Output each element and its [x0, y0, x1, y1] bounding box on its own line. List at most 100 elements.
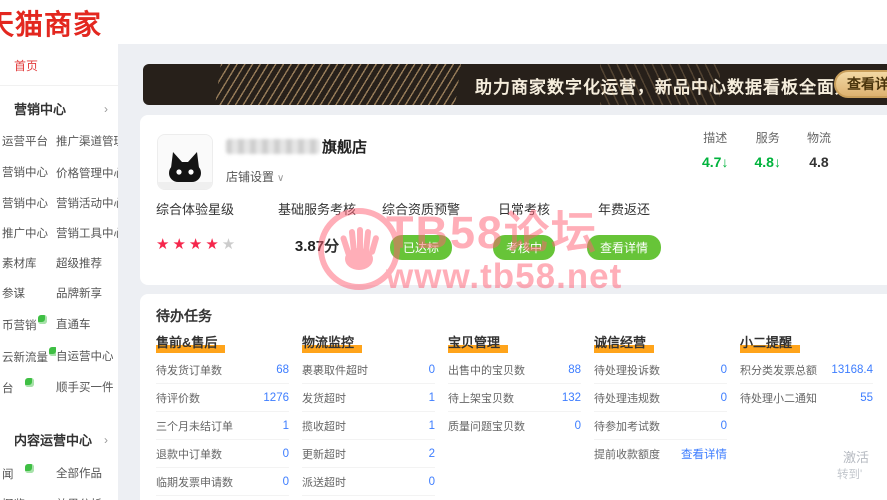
shop-name-suffix: 旗舰店	[322, 139, 368, 156]
todo-card: 待办任务 售前&售后 待发货订单数 68 待评价数 1276 三个月未结订单 1 退款…	[140, 294, 887, 500]
rating-logistics: 物流 4.8	[806, 131, 831, 170]
banner-text: 助力商家数字化运营，新品中心数据看板全面升级	[475, 78, 871, 97]
sidebar-section-title: 内容运营中心	[14, 433, 93, 449]
qualification-status-pill[interactable]: 已达标	[389, 235, 452, 260]
todo-count[interactable]: 1	[429, 420, 435, 432]
todo-count[interactable]: 1	[283, 420, 289, 432]
todo-row: 质量问题宝贝数 0	[448, 419, 581, 433]
sidebar-item[interactable]: 营销中心	[2, 195, 56, 211]
todo-count[interactable]: 1	[429, 392, 435, 404]
sidebar-item[interactable]: 参谋	[2, 285, 56, 301]
sidebar-row: 台 顺手买一件	[0, 371, 118, 403]
banner-detail-button[interactable]: 查看详情	[834, 70, 887, 98]
todo-count[interactable]: 2	[429, 448, 435, 460]
todo-row: 待处理小二通知 55	[740, 391, 873, 405]
todo-count[interactable]: 68	[276, 364, 289, 376]
shop-settings-dropdown[interactable]: 店铺设置 ∨	[226, 168, 284, 185]
sidebar-item[interactable]: 直通车	[56, 316, 118, 332]
sidebar-item[interactable]: 自运营中心	[56, 348, 118, 364]
todo-count[interactable]: 0	[721, 364, 727, 376]
sidebar-row: 运营平台 推广渠道管理	[0, 126, 118, 156]
rating-service: 服务 4.8↓	[754, 131, 781, 170]
todo-count[interactable]: 0	[429, 476, 435, 488]
new-badge-icon	[49, 346, 56, 356]
sidebar-item[interactable]: 概览	[2, 496, 56, 500]
todo-count[interactable]: 55	[860, 392, 873, 404]
sidebar-item[interactable]: 币营销	[2, 314, 56, 333]
todo-count[interactable]: 0	[575, 420, 581, 432]
metric-daily-check: 日常考核 考核中	[476, 199, 572, 260]
shop-name: 旗舰店	[226, 136, 367, 157]
sidebar-section-title: 营销中心	[14, 102, 67, 117]
todo-row: 改地址申请0	[156, 496, 289, 500]
sidebar-item[interactable]: 顺手买一件	[56, 379, 118, 395]
todo-row: 提前收款额度 查看详情	[594, 440, 727, 467]
todo-row: 待处理违规数 0	[594, 384, 727, 412]
sidebar-item[interactable]: 运营平台	[2, 133, 56, 149]
daily-check-status-pill[interactable]: 考核中	[492, 235, 555, 260]
activation-watermark: 激活 转到'	[837, 450, 870, 482]
sidebar-item[interactable]: 营销活动中心	[56, 195, 118, 211]
todo-row: 待发货订单数 68	[156, 356, 289, 384]
sidebar-row: 营销中心 价格管理中心	[0, 156, 118, 188]
sidebar-row: 素材库 超级推荐	[0, 248, 118, 278]
todo-row: 积分类发票总额 13168.4	[740, 356, 873, 384]
todo-count[interactable]: 0	[283, 448, 289, 460]
sidebar-row: 云新流量 自运营中心	[0, 340, 118, 372]
todo-count[interactable]: 13168.4	[831, 364, 873, 376]
arrow-down-icon: ↓	[773, 154, 781, 170]
empty-star-icon: ★	[221, 236, 236, 253]
sidebar-item[interactable]: 推广中心	[2, 225, 56, 241]
merchant-dashboard: 天猫商家 首页 营销中心 › 运营平台 推广渠道管理 营销中心 价格管理中心 营…	[0, 0, 887, 500]
todo-row: 派送超时 0	[302, 468, 435, 496]
sidebar-section-marketing[interactable]: 营销中心 ›	[0, 86, 118, 126]
todo-count[interactable]: 88	[568, 364, 581, 376]
sidebar-item[interactable]: 品牌新享	[56, 285, 118, 301]
sidebar-item[interactable]: 超级推荐	[56, 255, 118, 271]
todo-row: 三个月未结订单 1	[156, 412, 289, 440]
view-detail-link[interactable]: 查看详情	[681, 446, 727, 462]
todo-col-presale: 售前&售后 待发货订单数 68 待评价数 1276 三个月未结订单 1 退款中订单数 0…	[156, 332, 289, 500]
chevron-right-icon: ›	[104, 101, 108, 116]
sidebar-item[interactable]: 推广渠道管理	[56, 133, 118, 149]
sidebar-item[interactable]: 营销中心	[2, 164, 56, 180]
todo-row: 待评价数 1276	[156, 384, 289, 412]
sidebar-item[interactable]: 云新流量	[2, 346, 56, 365]
todo-row: 待参加考试数 0	[594, 412, 727, 440]
new-badge-icon	[24, 378, 34, 388]
metric-qualification: 综合资质预警 已达标	[366, 199, 476, 260]
sidebar-item-home[interactable]: 首页	[0, 44, 118, 86]
todo-count[interactable]: 0	[721, 420, 727, 432]
sidebar-item[interactable]: 素材库	[2, 255, 56, 271]
sidebar-item[interactable]: 营销工具中心	[56, 225, 118, 241]
todo-count[interactable]: 0	[721, 392, 727, 404]
shop-card: 旗舰店 店铺设置∨ 描述 4.7↓ 服务 4.8↓ 物流 4.8 综合体验星级	[140, 115, 887, 285]
rating-description: 描述 4.7↓	[702, 131, 729, 170]
todo-count[interactable]: 1276	[263, 392, 289, 404]
promo-banner[interactable]: 助力商家数字化运营，新品中心数据看板全面升级 查看详情	[143, 64, 887, 105]
todo-row: 待处理投诉数 0	[594, 356, 727, 384]
sidebar-item[interactable]: 闻	[2, 464, 56, 482]
chevron-down-icon: ∨	[277, 173, 285, 184]
todo-title: 待办任务	[156, 308, 212, 324]
todo-count[interactable]: 132	[562, 392, 581, 404]
sidebar-row: 营销中心 营销活动中心	[0, 188, 118, 218]
sidebar-section-content[interactable]: 内容运营中心 ›	[0, 417, 118, 457]
sidebar: 首页 营销中心 › 运营平台 推广渠道管理 营销中心 价格管理中心 营销中心 营…	[0, 44, 118, 500]
todo-row: 裹裹取件超时 0	[302, 356, 435, 384]
todo-row: 更新超时 2	[302, 440, 435, 468]
new-badge-icon	[24, 464, 34, 474]
todo-col-items: 宝贝管理 出售中的宝贝数 88 待上架宝贝数 132 质量问题宝贝数 0	[448, 332, 581, 500]
sidebar-row: 币营销 直通车	[0, 308, 118, 340]
todo-count[interactable]: 0	[283, 476, 289, 488]
base-service-score: 3.87分	[294, 238, 340, 255]
sidebar-item[interactable]: 效果分析	[56, 496, 118, 500]
annual-fee-detail-pill[interactable]: 查看详情	[586, 235, 661, 260]
todo-count[interactable]: 0	[429, 364, 435, 376]
sidebar-item[interactable]: 全部作品	[56, 465, 118, 481]
sidebar-divider	[0, 403, 118, 417]
todo-row: 待上架宝贝数 132	[448, 384, 581, 412]
sidebar-item[interactable]: 价格管理中心	[56, 163, 118, 181]
todo-row: 临期发票申请数 0	[156, 468, 289, 496]
sidebar-item[interactable]: 台	[2, 378, 56, 396]
